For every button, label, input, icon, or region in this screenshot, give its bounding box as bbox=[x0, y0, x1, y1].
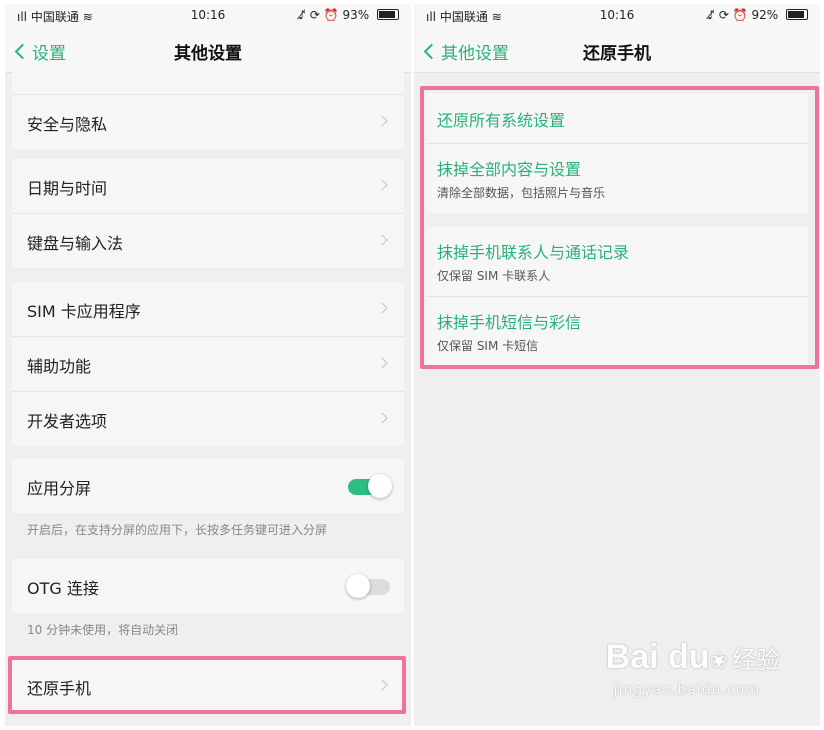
other-settings-screen: ıll 中国联通 ≋ 10:16 ♪̸ ⟳ ⏰ 93% 设置 其他设置 安全与隐… bbox=[5, 4, 411, 726]
battery-percent: 93% bbox=[342, 8, 370, 22]
list-item-hidden-top bbox=[12, 63, 404, 95]
watermark-brand: Bai du bbox=[605, 638, 710, 676]
otg-toggle[interactable] bbox=[346, 573, 392, 599]
mute-icon: ♪̸ bbox=[298, 8, 306, 22]
split-screen-toggle[interactable] bbox=[346, 473, 392, 499]
rotation-lock-icon: ⟳ bbox=[309, 8, 320, 22]
status-bar: ıll 中国联通 ≋ 10:16 ♪̸ ⟳ ⏰ 93% bbox=[5, 4, 411, 28]
erase-contacts-calls-item[interactable]: 抹掉手机联系人与通话记录 仅保留 SIM 卡联系人 bbox=[426, 227, 808, 297]
settings-group-otg: OTG 连接 bbox=[12, 559, 404, 613]
status-bar: ıll 中国联通 ≋ 10:16 ♪̸ ⟳ ⏰ 92% bbox=[414, 4, 820, 28]
battery-icon bbox=[786, 9, 808, 20]
settings-group-privacy: 安全与隐私 bbox=[12, 63, 404, 149]
list-item-keyboard[interactable]: 键盘与输入法 bbox=[12, 214, 404, 268]
page-title: 还原手机 bbox=[583, 44, 651, 64]
watermark-url: jingyan.baidu.com bbox=[613, 682, 760, 698]
chevron-right-icon bbox=[376, 179, 388, 191]
chevron-right-icon bbox=[376, 357, 388, 369]
battery-icon bbox=[377, 9, 399, 20]
status-right: ♪̸ ⟳ ⏰ 93% bbox=[298, 8, 399, 22]
reset-options: 还原所有系统设置 抹掉全部内容与设置 清除全部数据，包括照片与音乐 抹掉手机联系… bbox=[414, 73, 820, 726]
reset-all-settings-item[interactable]: 还原所有系统设置 bbox=[426, 93, 808, 144]
chevron-right-icon bbox=[376, 679, 388, 691]
paw-icon: ❀ bbox=[709, 649, 728, 674]
baidu-watermark: Bai du❀ 经验 jingyan.baidu.com bbox=[605, 638, 780, 698]
nav-bar: 其他设置 还原手机 bbox=[414, 28, 820, 73]
rotation-lock-icon: ⟳ bbox=[718, 8, 729, 22]
settings-group-split: 应用分屏 bbox=[12, 459, 404, 513]
list-item-accessibility[interactable]: 辅助功能 bbox=[12, 337, 404, 392]
alarm-icon: ⏰ bbox=[323, 8, 339, 22]
page-title: 其他设置 bbox=[174, 44, 242, 64]
settings-list: 安全与隐私 日期与时间 键盘与输入法 SIM 卡应用程序 辅助功能 开发者选项 … bbox=[5, 63, 411, 726]
reset-group-settings: 还原所有系统设置 抹掉全部内容与设置 清除全部数据，包括照片与音乐 bbox=[426, 93, 808, 213]
settings-group-time: 日期与时间 键盘与输入法 bbox=[12, 159, 404, 268]
list-item-security[interactable]: 安全与隐私 bbox=[12, 95, 404, 149]
list-item-split-screen: 应用分屏 bbox=[12, 459, 404, 513]
list-item-developer[interactable]: 开发者选项 bbox=[12, 392, 404, 446]
list-item-otg: OTG 连接 bbox=[12, 559, 404, 613]
chevron-right-icon bbox=[376, 115, 388, 127]
list-item-datetime[interactable]: 日期与时间 bbox=[12, 159, 404, 214]
chevron-right-icon bbox=[376, 234, 388, 246]
otg-hint: 10 分钟未使用，将自动关闭 bbox=[27, 623, 179, 637]
chevron-right-icon bbox=[376, 302, 388, 314]
chevron-right-icon bbox=[376, 412, 388, 424]
reset-phone-screen: ıll 中国联通 ≋ 10:16 ♪̸ ⟳ ⏰ 92% 其他设置 还原手机 还原… bbox=[414, 4, 820, 726]
mute-icon: ♪̸ bbox=[707, 8, 715, 22]
watermark-suffix: 经验 bbox=[732, 646, 780, 674]
erase-all-content-item[interactable]: 抹掉全部内容与设置 清除全部数据，包括照片与音乐 bbox=[426, 144, 808, 213]
list-item-sim-apps[interactable]: SIM 卡应用程序 bbox=[12, 282, 404, 337]
reset-group-data: 抹掉手机联系人与通话记录 仅保留 SIM 卡联系人 抹掉手机短信与彩信 仅保留 … bbox=[426, 227, 808, 367]
alarm-icon: ⏰ bbox=[732, 8, 748, 22]
battery-percent: 92% bbox=[751, 8, 779, 22]
settings-group-system: SIM 卡应用程序 辅助功能 开发者选项 bbox=[12, 282, 404, 446]
status-right: ♪̸ ⟳ ⏰ 92% bbox=[707, 8, 808, 22]
erase-sms-mms-item[interactable]: 抹掉手机短信与彩信 仅保留 SIM 卡短信 bbox=[426, 297, 808, 367]
list-item-reset-phone[interactable]: 还原手机 bbox=[12, 659, 404, 713]
settings-group-reset: 还原手机 bbox=[12, 659, 404, 713]
split-screen-hint: 开启后，在支持分屏的应用下，长按多任务键可进入分屏 bbox=[27, 523, 328, 537]
